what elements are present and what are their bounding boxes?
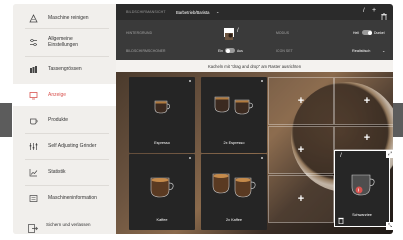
product-tile-coffee[interactable]: Kaffee [129, 154, 195, 230]
delete-tile-icon[interactable] [337, 216, 345, 225]
delete-icon[interactable] [381, 8, 387, 21]
device-screen: Maschine reinigen Allgemeine Einstellung… [13, 4, 393, 234]
screensaver-toggle[interactable] [225, 48, 235, 53]
tile-menu-icon[interactable] [261, 157, 263, 159]
sidebar-item-label: Tassengrössen [48, 66, 82, 72]
top-bar: BILDSCHIRMANSICHT Barbetrieb/Barista ⌄ /… [116, 4, 393, 21]
sidebar-item-clean-machine[interactable]: Maschine reinigen [13, 10, 116, 26]
empty-slot[interactable]: + [268, 126, 334, 174]
hint-bar: Kacheln mit "drag and drop" am Raster au… [116, 60, 393, 72]
sidebar-item-statistics[interactable]: Statistik [13, 162, 116, 182]
tile-menu-icon[interactable] [261, 80, 263, 82]
display-icon [29, 91, 38, 100]
background-edit-icon[interactable]: / [237, 28, 239, 34]
tile-label: Kaffee [156, 218, 168, 222]
background-thumbnail[interactable] [224, 28, 234, 40]
product-tile-espresso[interactable]: Espresso [129, 77, 195, 153]
statistics-icon [29, 168, 38, 177]
sidebar-item-general-settings[interactable]: Allgemeine Einstellungen [13, 31, 116, 53]
chevron-down-icon[interactable]: ⌄ [216, 9, 219, 14]
sidebar-item-label: Statistik [48, 169, 66, 175]
edit-tile-icon[interactable]: / [337, 152, 345, 160]
double-coffee-cup-icon [211, 172, 257, 200]
exit-icon [28, 220, 39, 233]
divider [25, 56, 109, 57]
sidebar-item-products[interactable]: Produkte [13, 110, 116, 130]
empty-slot[interactable]: + [334, 77, 393, 125]
coffee-cup-icon [149, 176, 175, 200]
screensaver-off-label: Aus [237, 49, 243, 53]
espresso-cup-icon [153, 99, 171, 115]
products-icon [29, 116, 38, 125]
divider [25, 159, 109, 160]
info-icon [29, 194, 38, 203]
settings-icon [29, 38, 38, 47]
display-settings-panel: HINTERGRUND / MODUS Hell Dunkel BILDSCHI… [116, 20, 393, 60]
sidebar-item-label: Produkte [48, 117, 69, 123]
product-tile-double-coffee[interactable]: 2x Kaffee [201, 154, 267, 230]
divider [25, 28, 109, 29]
icon-set-select[interactable]: Realistisch [352, 49, 370, 53]
save-and-exit-label: Sichern und verlassen [46, 222, 91, 227]
save-and-exit-button[interactable]: Sichern und verlassen [22, 218, 110, 233]
screensaver-label: BILDSCHIRMSCHONER [126, 49, 166, 53]
drag-drop-hint: Kacheln mit "drag and drop" am Raster au… [207, 63, 302, 69]
shrink-tile-icon[interactable]: ⤡ [386, 222, 393, 230]
double-espresso-cup-icon [213, 95, 255, 115]
divider [25, 133, 109, 134]
main-panel: BILDSCHIRMANSICHT Barbetrieb/Barista ⌄ /… [116, 4, 393, 234]
sidebar-item-machine-info[interactable]: Maschineninformation [13, 188, 116, 208]
mode-dark-label: Dunkel [374, 31, 385, 35]
mode-toggle[interactable] [362, 30, 372, 35]
grinder-icon [29, 142, 38, 151]
sidebar-item-display[interactable]: Anzeige [13, 84, 116, 106]
cleaning-icon [29, 13, 38, 23]
sidebar-item-label: Maschineninformation [48, 195, 97, 201]
expand-tile-icon[interactable]: ⤢ [386, 150, 393, 158]
chevron-down-icon[interactable]: ⌄ [382, 48, 385, 53]
divider [25, 185, 109, 186]
edit-icon[interactable]: / [363, 8, 365, 14]
sidebar-item-label: Maschine reinigen [48, 15, 89, 21]
product-tile-double-espresso[interactable]: 2x Espresso [201, 77, 267, 153]
tile-menu-icon[interactable] [189, 157, 191, 159]
side-tab-left [0, 103, 12, 137]
tile-menu-icon[interactable] [189, 80, 191, 82]
tea-cup-icon [349, 171, 377, 199]
add-icon[interactable]: + [372, 7, 376, 14]
empty-slot[interactable]: + [268, 175, 334, 223]
breadcrumb-section: BILDSCHIRMANSICHT [126, 10, 166, 14]
cup-size-icon [29, 65, 38, 74]
sidebar-item-label: Self Adjusting Grinder [48, 143, 97, 149]
tile-label: 2x Espresso [223, 141, 245, 145]
sidebar-item-label: Allgemeine Einstellungen [48, 36, 79, 48]
background-label: HINTERGRUND [126, 31, 153, 35]
mode-label: MODUS [276, 31, 290, 35]
mode-light-label: Hell [353, 31, 359, 35]
tile-label: 2x Kaffee [226, 218, 242, 222]
icon-set-label: ICON SET [276, 49, 293, 53]
empty-slot[interactable]: + [334, 126, 393, 150]
sidebar: Maschine reinigen Allgemeine Einstellung… [13, 4, 116, 234]
tile-label: Espresso [154, 141, 170, 145]
screen-view-select[interactable]: Barbetrieb/Barista [176, 10, 210, 15]
sidebar-item-label: Anzeige [48, 92, 67, 98]
screensaver-on-label: Ein [218, 49, 223, 53]
sidebar-item-cup-sizes[interactable]: Tassengrössen [13, 59, 116, 79]
sidebar-item-self-adjusting-grinder[interactable]: Self Adjusting Grinder [13, 136, 116, 156]
empty-slot[interactable]: + [268, 77, 334, 125]
